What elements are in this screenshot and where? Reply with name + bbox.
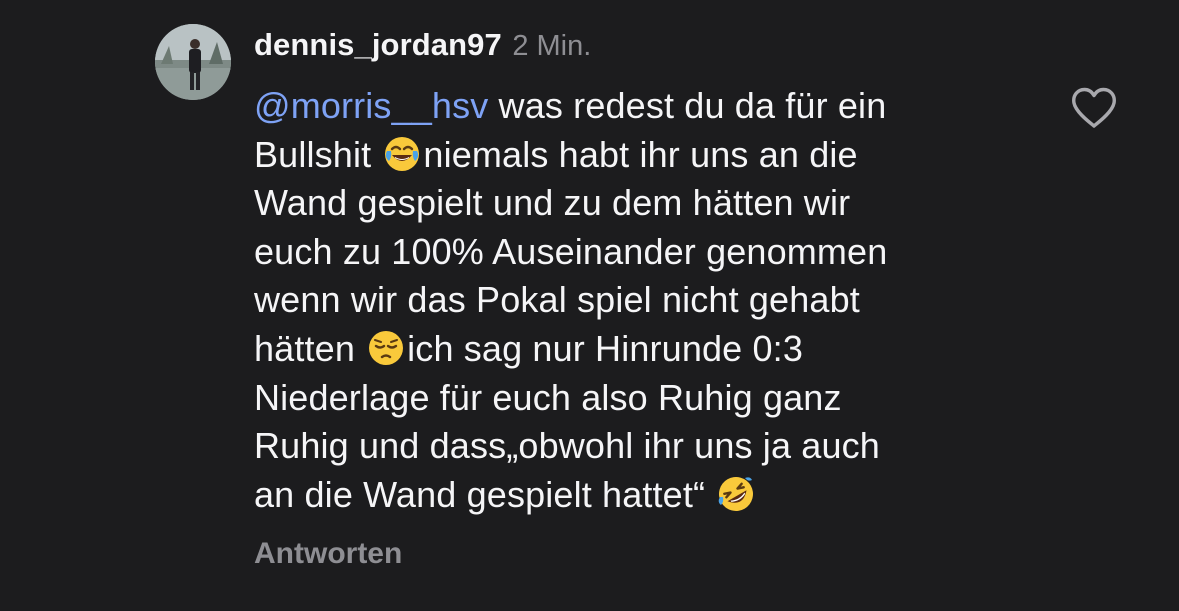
heart-outline-icon [1072, 87, 1116, 128]
timestamp: 2 Min. [512, 30, 592, 62]
comment-text-segment: an die Wand gespielt hattet“ [254, 473, 716, 515]
comment-text-segment: hätten [254, 327, 366, 369]
rolling-on-floor-laughing-icon [717, 475, 755, 513]
comment-text-segment: euch zu 100% Auseinander genommen [254, 230, 888, 272]
comment-text: @morris__hsv was redest du da für ein Bu… [254, 82, 1034, 519]
comment-header: dennis_jordan97 2 Min. [254, 27, 591, 69]
comment: dennis_jordan97 2 Min. @morris__hsv was … [0, 0, 1179, 611]
face-with-tears-of-joy-icon [383, 135, 421, 173]
pensive-face-icon [367, 329, 405, 367]
comment-text-segment: was redest du da für ein [488, 85, 887, 126]
comment-text-segment: ich sag nur Hinrunde 0:3 [407, 327, 803, 369]
reply-button[interactable]: Antworten [254, 537, 402, 571]
comment-text-segment: Wand gespielt und zu dem hätten wir [254, 182, 851, 224]
comment-text-segment: Ruhig und dass„obwohl ihr uns ja auch [254, 425, 880, 467]
username[interactable]: dennis_jordan97 [254, 27, 502, 62]
avatar[interactable] [155, 24, 231, 100]
comment-text-segment: niemals habt ihr uns an die [423, 133, 858, 175]
comment-text-segment: wenn wir das Pokal spiel nicht gehabt [254, 279, 860, 321]
avatar-photo-icon [155, 24, 231, 100]
comment-text-segment: Niederlage für euch also Ruhig ganz [254, 376, 842, 418]
comment-text-segment: Bullshit [254, 133, 382, 175]
like-button[interactable] [1070, 86, 1118, 130]
mention-link[interactable]: @morris__hsv [254, 85, 488, 126]
